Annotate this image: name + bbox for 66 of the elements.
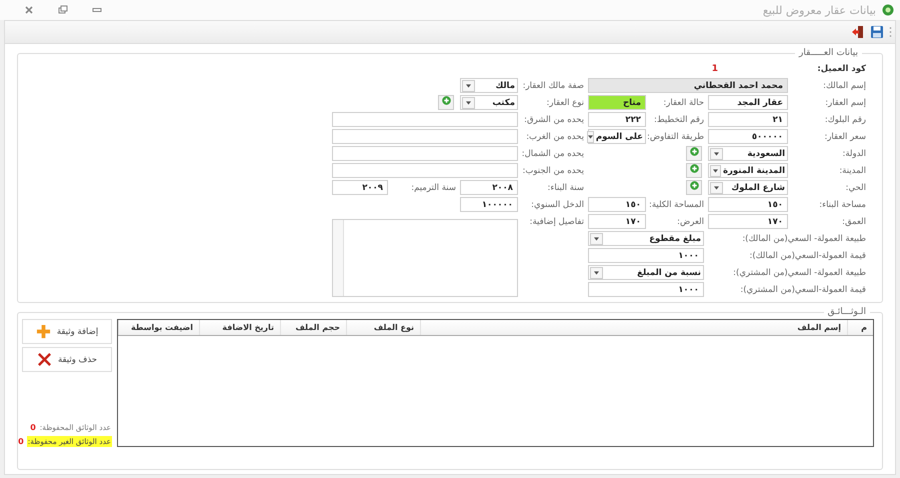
field-label: سنة البناء:: [546, 182, 584, 192]
panel-title: بيانات العـــــقار: [798, 48, 859, 58]
column-header[interactable]: م: [847, 320, 873, 335]
field-label: سنة الترميم:: [410, 182, 456, 192]
column-header[interactable]: إسم الملف: [420, 320, 847, 335]
text-field[interactable]: محمد احمد القحطاني: [588, 78, 788, 93]
window-title: بيانات عقار معروض للبيع: [762, 4, 876, 16]
field-label: يحده من الشرق:: [523, 114, 584, 124]
field-label: قيمة العمولة-السعي(من المالك):: [748, 250, 866, 260]
field-label: رقم التخطيط:: [653, 114, 704, 124]
field-label: سعر العقار:: [823, 132, 866, 142]
field-label: طبيعة العمولة- السعي(من المالك):: [741, 234, 866, 244]
field-label: العرض:: [676, 216, 704, 226]
column-header[interactable]: نوع الملف: [346, 320, 420, 335]
dropdown[interactable]: السعودية: [708, 146, 788, 161]
text-field[interactable]: ٢٠٠٨: [460, 180, 518, 195]
field-label: حالة العقار:: [662, 98, 704, 108]
text-field[interactable]: ٢٢٢: [588, 112, 646, 127]
dropdown[interactable]: المدينة المنورة: [708, 163, 788, 178]
field-label: رقم البلوك:: [824, 114, 866, 124]
count-value: 0: [30, 423, 36, 432]
field-label: كود العميل:: [816, 64, 866, 74]
dropdown[interactable]: مبلغ مقطوع: [588, 231, 704, 246]
field-label: المساحة الكلية:: [648, 200, 704, 210]
customer-code: 1: [710, 64, 718, 74]
dropdown[interactable]: شارع الملوك: [708, 180, 788, 195]
panel-title: الـوثـــائـق: [826, 307, 867, 317]
count-value: 0: [18, 437, 24, 446]
delete-document-button[interactable]: حذف وثيقة: [22, 347, 112, 372]
text-field[interactable]: ١٥٠: [588, 197, 646, 212]
text-field[interactable]: ١٠٠٠٠٠: [460, 197, 518, 212]
dropdown[interactable]: مالك: [460, 78, 518, 93]
field-label: صفة مالك العقار:: [522, 80, 584, 90]
status-field[interactable]: متاح: [588, 95, 646, 110]
column-header[interactable]: تاريخ الاضافة: [199, 320, 280, 335]
text-field[interactable]: عقار المجد: [708, 95, 788, 110]
field-label: إسم المالك:: [822, 80, 866, 90]
text-field[interactable]: ٢٠٠٩: [332, 180, 388, 195]
field-label: طريقة التفاوض:: [646, 132, 704, 142]
text-field[interactable]: ١٧٠: [588, 214, 646, 229]
field-label: نوع العقار:: [546, 98, 584, 108]
field-label: يحده من الشمال:: [520, 148, 584, 158]
text-field[interactable]: ١٥٠: [708, 197, 788, 212]
text-field[interactable]: ٥٠٠٠٠٠: [708, 129, 788, 144]
column-header[interactable]: حجم الملف: [280, 320, 346, 335]
dropdown[interactable]: مكتب: [460, 95, 518, 110]
field-label: العمق:: [841, 216, 866, 226]
dropdown[interactable]: على السوم: [588, 129, 646, 144]
add-document-button[interactable]: إضافة وثيقة: [22, 319, 112, 344]
field-label: الدولة:: [841, 148, 866, 158]
text-field[interactable]: ١٧٠: [708, 214, 788, 229]
field-label: المدينة:: [838, 166, 866, 176]
field-label: يحده من الجنوب:: [522, 166, 584, 176]
field-label: الدخل السنوي:: [530, 200, 584, 210]
field-label: يحده من الغرب:: [525, 132, 584, 142]
text-field[interactable]: ١٠٠٠: [588, 248, 704, 263]
field-label: قيمة العمولة-السعي(من المشتري):: [739, 284, 866, 294]
field-label: الحي:: [844, 182, 866, 192]
text-field[interactable]: ٢١: [708, 112, 788, 127]
field-label: مساحة البناء:: [818, 200, 866, 210]
column-header[interactable]: اضيفت بواسطة: [118, 320, 199, 335]
field-label: طبيعة العمولة- السعي(من المشتري):: [732, 268, 866, 278]
dropdown[interactable]: نسبة من المبلغ: [588, 265, 704, 280]
text-field[interactable]: ١٠٠٠: [588, 282, 704, 297]
field-label: إسم العقار:: [824, 98, 866, 108]
field-label: تفاصيل إضافية:: [528, 216, 584, 226]
